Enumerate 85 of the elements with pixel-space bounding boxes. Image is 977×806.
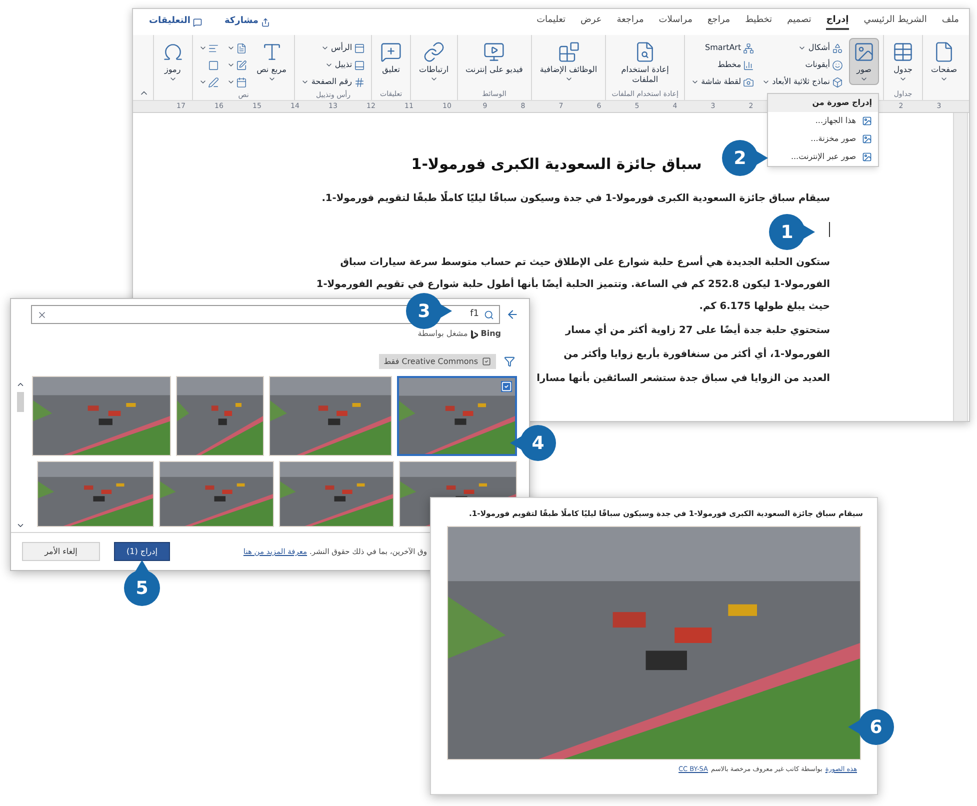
document-paragraph: سيقام سباق جائزة السعودية الكبرى فورمولا-1 في جدة وسيكون سباقًا ليليًا كاملًا طبقًا لتقويم فورمولا-1. (320, 190, 830, 206)
ribbon-tab[interactable]: تخطيط (745, 14, 772, 30)
document-title: سباق جائزة السعودية الكبرى فورمولا-1 (411, 154, 702, 175)
share-button[interactable]: مشاركة (224, 15, 270, 29)
camera-icon (743, 76, 754, 88)
pen-icon (208, 76, 219, 88)
picture-icon (862, 134, 872, 144)
menu-heading: إدراج صورة من (768, 94, 878, 112)
comment-plus-icon (380, 41, 402, 63)
ribbon-button[interactable]: رقم الصفحة (299, 74, 368, 90)
table-icon (892, 41, 914, 63)
document-text-line: ستكون الحلبة الجديدة هي أسرع حلبة شوارع على الإطلاق حيث تم حساب متوسط سرعة سيارات سباق (340, 254, 830, 270)
monitor-play-icon (483, 41, 506, 63)
document-text-line: ستحتوي حلبة جدة أيضًا على 27 زاوية أكثر من أي مسار (566, 322, 830, 338)
checkbox-icon[interactable] (501, 381, 512, 392)
ribbon-tab[interactable]: الشريط الرئيسي (864, 14, 927, 30)
ribbon-tab[interactable]: مراجع (707, 14, 730, 30)
ribbon-button[interactable]: تذييل (299, 57, 368, 73)
menu-item[interactable]: صور عبر الإنترنت... (768, 148, 878, 166)
picture-icon (862, 116, 872, 126)
ribbon-button[interactable]: مربع نص (252, 38, 290, 85)
ribbon-button[interactable]: صور (849, 38, 880, 85)
filter-icon[interactable] (504, 356, 515, 367)
insert-button[interactable]: إدراج (1) (114, 542, 170, 561)
shapes-icon (832, 42, 844, 54)
ribbon-button[interactable]: إعادة استخدام الملفات (610, 38, 680, 87)
menu-item[interactable]: هذا الجهاز... (768, 112, 878, 130)
ribbon-button[interactable]: مخطط (689, 57, 756, 73)
scroll-up-icon[interactable] (16, 380, 24, 389)
clear-icon[interactable] (37, 310, 47, 320)
picture-icon (853, 41, 876, 63)
ribbon-button[interactable]: نماذج ثلاثية الأبعاد (760, 74, 846, 90)
document-text-line: الفورمولا-1، أي أكثر من سنغافورة بأربع زوايا وأكثر من (564, 346, 830, 362)
ribbon-button[interactable]: جدول (888, 38, 918, 85)
text-cursor (829, 222, 830, 236)
ribbon-button[interactable]: تعليق (376, 38, 406, 77)
smiley-icon (832, 60, 844, 70)
search-icon (484, 310, 494, 320)
ribbon-tab[interactable]: إدراج (826, 14, 849, 30)
document-text-line: الفورمولا-1 ليكون 252.8 كم في الساعة. وتتميز الحلبة أيضًا بأنها أطول حلبة شوارع في تقويم الفورمولا-1 (316, 276, 830, 292)
calendar-icon (236, 76, 247, 88)
ribbon-tab[interactable]: تصميم (787, 14, 812, 30)
ribbon-button[interactable]: أشكال (760, 40, 846, 56)
ribbon-button[interactable]: فيديو على إنترنت (462, 38, 527, 77)
hash-icon (354, 76, 366, 88)
bing-logo-icon (470, 330, 478, 338)
menu-item[interactable]: صور مخزنة... (768, 130, 878, 148)
document-text-line: حيث يبلغ طولها 6.175 كم. (699, 300, 830, 314)
link-icon (422, 41, 445, 63)
scroll-down-icon[interactable] (16, 521, 24, 530)
ribbon-button[interactable]: لقطة شاشة (689, 74, 756, 90)
powered-by-text: مشغل بواسطة (418, 328, 468, 340)
picture-icon (862, 152, 872, 162)
bar-chart-icon (743, 60, 754, 70)
creative-commons-filter[interactable]: Creative Commons فقط (378, 354, 496, 369)
square-icon (208, 60, 219, 70)
ribbon-button[interactable]: صفحات (927, 38, 961, 85)
ribbon-button[interactable]: أيقونات (760, 57, 846, 73)
ribbon-button[interactable]: SmartArt (689, 40, 756, 56)
document-icon (236, 42, 247, 54)
brand-name: Bing (480, 328, 501, 340)
header-icon (354, 42, 366, 54)
checkbox-icon (482, 357, 491, 366)
ribbon-button[interactable]: الوظائف الإضافية (536, 38, 602, 85)
comments-button[interactable]: التعليقات (149, 15, 202, 29)
omega-icon (162, 41, 184, 63)
blocks-icon (558, 41, 580, 63)
ribbon-tab[interactable]: مراجعة (616, 14, 644, 30)
diagram-icon (743, 42, 754, 54)
ribbon-button[interactable]: الرأس (299, 40, 368, 56)
share-icon (261, 18, 270, 26)
comment-icon (193, 18, 202, 26)
pen-square-icon (236, 60, 247, 70)
cube-icon (832, 76, 844, 88)
ribbon-tab[interactable]: مراسلات (658, 14, 692, 30)
document-text-line: العديد من الزوايا في سباق جدة ستشعر السائقين بأنها مسارا (536, 370, 830, 386)
arrow-right-icon[interactable] (506, 308, 519, 321)
ribbon-tab[interactable]: عرض (580, 14, 602, 30)
ribbon-tab[interactable]: ملف (942, 14, 959, 30)
ribbon-button[interactable]: ارتباطات (415, 38, 453, 85)
ribbon-button[interactable]: رموز (158, 38, 188, 85)
footer-icon (354, 60, 366, 70)
cancel-button[interactable]: إلغاء الأمر (22, 542, 100, 561)
text-lines-icon (208, 42, 219, 54)
ribbon-tab[interactable]: تعليمات (536, 14, 566, 30)
